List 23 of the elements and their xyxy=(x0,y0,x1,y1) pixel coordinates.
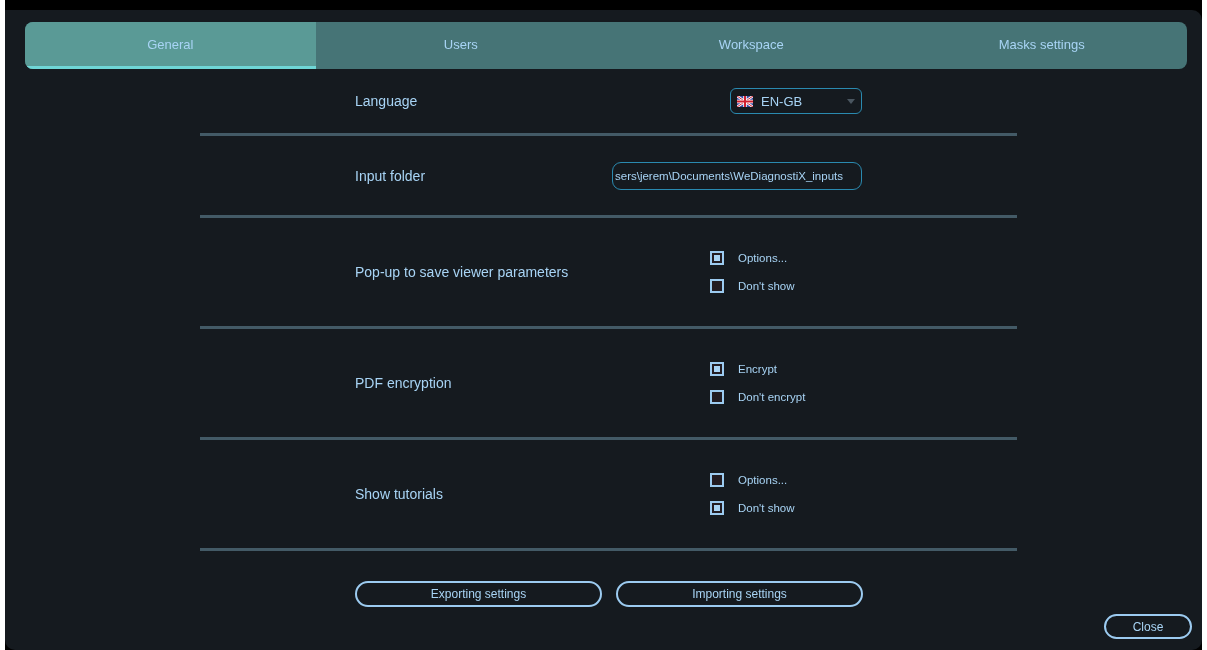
setting-label: Language xyxy=(355,93,419,109)
option-label: Don't encrypt xyxy=(738,391,806,403)
caret-icon xyxy=(847,98,855,104)
checkbox[interactable] xyxy=(710,390,724,404)
setting-label: Show tutorials xyxy=(355,486,444,502)
checkbox[interactable] xyxy=(710,279,724,293)
settings-button[interactable]: Exporting settings xyxy=(355,581,602,607)
setting-label: PDF encryption xyxy=(355,375,453,391)
option-label: Don't show xyxy=(738,280,795,292)
checkbox[interactable] xyxy=(710,501,724,515)
checkbox[interactable] xyxy=(710,251,724,265)
checkbox[interactable] xyxy=(710,362,724,376)
option-label: Encrypt xyxy=(738,363,777,375)
option-label: Options... xyxy=(738,474,788,486)
settings-button[interactable]: Importing settings xyxy=(616,581,863,607)
flag-icon xyxy=(737,95,753,107)
option-label: Options... xyxy=(738,252,788,264)
folder-path-field[interactable]: sers\jerem\Documents\WeDiagnostiX_inputs xyxy=(612,161,862,190)
language-dropdown[interactable]: EN-GB xyxy=(730,88,862,114)
setting-label: Pop-up to save viewer parameters xyxy=(355,264,570,280)
option-label: Don't show xyxy=(738,502,795,514)
checkbox[interactable] xyxy=(710,473,724,487)
close-button[interactable]: Close xyxy=(1104,614,1192,639)
